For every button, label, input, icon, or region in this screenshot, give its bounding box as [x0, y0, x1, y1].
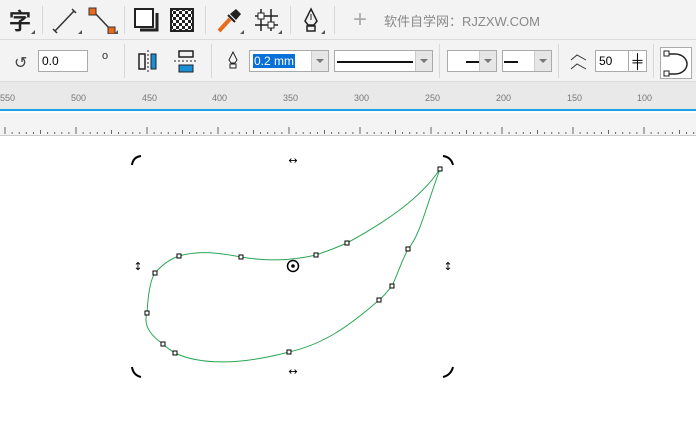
text-tool-icon[interactable]: 字: [6, 6, 34, 34]
toolbar-gap: [0, 82, 696, 111]
svg-text:↔: ↔: [288, 365, 297, 378]
chevron-down-icon[interactable]: [311, 51, 328, 71]
mirror-horizontal-icon[interactable]: [136, 49, 162, 75]
transparency-icon[interactable]: [170, 8, 194, 32]
miter-limit-input[interactable]: 50: [595, 50, 629, 72]
degree-label: o: [102, 50, 109, 62]
rotate-icon: ↺: [14, 55, 28, 72]
ruler-label: 250: [425, 93, 441, 103]
dimension-tool-icon[interactable]: [50, 6, 80, 34]
ruler-label: 450: [142, 93, 158, 103]
chevron-down-icon[interactable]: [415, 51, 432, 71]
horizontal-ruler[interactable]: [0, 113, 696, 136]
ruler-label: 350: [283, 93, 299, 103]
start-arrowhead-dropdown[interactable]: [447, 50, 497, 72]
ruler-label: 400: [212, 93, 228, 103]
outline-width-value[interactable]: 0.2 mm: [253, 54, 296, 68]
rotation-center-icon[interactable]: [286, 259, 300, 273]
miter-limit-icon: [570, 54, 587, 70]
ruler-label: 200: [496, 93, 512, 103]
outline-width-dropdown[interactable]: 0.2 mm: [249, 50, 329, 72]
ruler-label: 500: [71, 93, 87, 103]
chevron-down-icon[interactable]: [534, 51, 551, 71]
line-style-dropdown[interactable]: [334, 50, 433, 72]
outline-pen-icon: [228, 51, 238, 69]
mirror-vertical-icon[interactable]: [173, 49, 199, 75]
svg-text:↕: ↕: [133, 260, 142, 273]
rotation-angle-input[interactable]: 0.0: [38, 50, 88, 72]
ruler-label: 100: [637, 93, 653, 103]
end-arrowhead-dropdown[interactable]: [502, 50, 552, 72]
svg-text:↕: ↕: [443, 260, 452, 273]
drawing-canvas[interactable]: ↔ ↔ ↕ ↕: [0, 137, 696, 443]
ruler-label: 150: [567, 93, 583, 103]
property-bar: ↺ 0.0 o 0.2 mm 50 ╪: [0, 40, 696, 82]
drop-shadow-icon[interactable]: [133, 6, 163, 34]
watermark-text: 软件自学网：RJZXW.COM: [384, 14, 540, 29]
chevron-down-icon[interactable]: [479, 51, 496, 71]
close-curve-icon[interactable]: [660, 47, 692, 79]
add-icon[interactable]: +: [350, 6, 370, 33]
svg-text:↔: ↔: [288, 154, 297, 167]
stepper-icon[interactable]: ╪: [628, 50, 647, 72]
ruler-label: 300: [354, 93, 370, 103]
main-toolbar: 字 + 软件自学网：RJZXW.COM: [0, 0, 696, 40]
ruler-label: 550: [0, 93, 16, 103]
